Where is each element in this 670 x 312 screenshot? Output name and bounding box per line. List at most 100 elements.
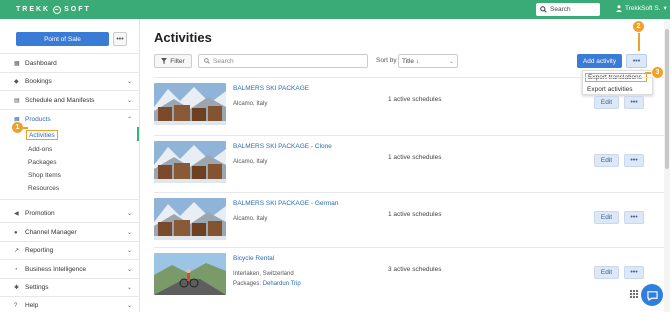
user-menu[interactable]: TrekkSoft S. ▾ <box>616 4 667 12</box>
sidebar-item-label: Business Intelligence <box>25 266 87 273</box>
add-activity-button[interactable]: Add activity <box>577 54 622 68</box>
sidebar-item-label: Products <box>25 116 51 123</box>
apps-grid-icon[interactable] <box>630 290 638 298</box>
row-more-button[interactable]: ••• <box>624 211 644 224</box>
table-row[interactable]: BALMERS SKI PACKAGE Alcamo, Italy 1 acti… <box>154 77 664 125</box>
sidebar-item-products[interactable]: ▦ Products ⌃ <box>14 114 134 125</box>
point-of-sale-button[interactable]: Point of Sale <box>16 32 109 46</box>
chevron-down-icon: ⌄ <box>126 98 132 104</box>
sidebar-item-label: Promotion <box>25 210 55 217</box>
chevron-down-icon: ⌄ <box>126 285 132 291</box>
logo-mark-icon <box>53 5 62 14</box>
sidebar-item-dashboard[interactable]: ▦ Dashboard <box>14 58 134 69</box>
dashboard-icon: ▦ <box>14 61 20 67</box>
chevron-down-icon: ⌄ <box>126 303 132 309</box>
chat-icon <box>646 290 658 301</box>
sidebar-item-help[interactable]: ? Help ⌄ <box>14 300 134 311</box>
sidebar-subitem-packages[interactable]: Packages <box>28 157 57 167</box>
search-placeholder: Search <box>213 57 234 65</box>
activity-schedules: 1 active schedules <box>388 154 442 161</box>
sort-by-label: Sort by <box>376 57 397 64</box>
user-name: TrekkSoft S. <box>625 4 661 12</box>
activity-title-link[interactable]: BALMERS SKI PACKAGE - Clone <box>233 143 332 150</box>
sidebar-divider <box>0 72 139 73</box>
more-actions-button[interactable]: ••• <box>626 54 647 68</box>
activity-thumbnail <box>154 141 226 183</box>
sidebar-item-business-intelligence[interactable]: ◔ Business Intelligence ⌄ <box>14 264 134 275</box>
table-row[interactable]: Bicycle Rental Interlaken, Switzerland P… <box>154 247 664 295</box>
sidebar-item-schedule[interactable]: ▤ Schedule and Manifests ⌄ <box>14 95 134 106</box>
sidebar-subitem-resources[interactable]: Resources <box>28 183 59 193</box>
activity-thumbnail <box>154 83 226 125</box>
help-icon: ? <box>14 302 18 309</box>
sidebar-subitem-addons[interactable]: Add-ons <box>28 144 52 154</box>
row-more-button[interactable]: ••• <box>624 96 644 109</box>
chevron-down-icon: ⌄ <box>126 211 132 217</box>
sidebar-item-channel-manager[interactable]: ● Channel Manager ⌄ <box>14 227 134 238</box>
page-title: Activities <box>154 30 212 45</box>
activity-location: Interlaken, Switzerland <box>233 271 294 277</box>
chevron-up-icon: ⌃ <box>126 117 132 123</box>
table-row[interactable]: BALMERS SKI PACKAGE - Clone Alcamo, Ital… <box>154 135 664 183</box>
edit-button[interactable]: Edit <box>594 266 619 279</box>
chat-button[interactable] <box>641 284 663 306</box>
sidebar-divider <box>0 199 139 200</box>
sidebar-subitem-shop-items[interactable]: Shop Items <box>28 170 61 180</box>
sidebar-item-label: Help <box>25 302 39 309</box>
table-row[interactable]: BALMERS SKI PACKAGE - German Alcamo, Ita… <box>154 192 664 240</box>
activity-location: Alcamo, Italy <box>233 159 268 165</box>
megaphone-icon: ◀ <box>14 211 19 217</box>
gear-icon: ✱ <box>14 285 20 291</box>
sidebar-item-reporting[interactable]: ↗ Reporting ⌄ <box>14 245 134 256</box>
chart-icon: ↗ <box>14 248 20 254</box>
callout-badge-2: 2 <box>632 20 645 33</box>
logo-part-1: TREKK <box>16 6 51 13</box>
activity-thumbnail <box>154 253 226 295</box>
main-content: Activities Filter Search Sort by Title ↓… <box>141 19 670 312</box>
pos-more-button[interactable]: ••• <box>113 32 127 46</box>
package-link[interactable]: Dehardun Trip <box>263 281 301 287</box>
filter-button[interactable]: Filter <box>154 54 192 68</box>
activity-location: Alcamo, Italy <box>233 216 268 222</box>
pie-icon: ◔ <box>14 266 18 273</box>
filter-label: Filter <box>170 57 185 65</box>
activity-search-input[interactable]: Search <box>198 54 368 68</box>
sidebar-item-settings[interactable]: ✱ Settings ⌄ <box>14 282 134 293</box>
sort-value: Title ↓ <box>402 57 420 65</box>
row-more-button[interactable]: ••• <box>624 266 644 279</box>
edit-button[interactable]: Edit <box>594 211 619 224</box>
sidebar-item-label: Settings <box>25 284 49 291</box>
chevron-down-icon: ⌄ <box>126 248 132 254</box>
sidebar-divider <box>0 296 139 297</box>
chevron-down-icon: ⌄ <box>448 58 454 65</box>
edit-button[interactable]: Edit <box>594 154 619 167</box>
global-search-input[interactable]: Search <box>536 3 600 16</box>
brand-logo[interactable]: TREKK SOFT <box>16 5 91 14</box>
sidebar-divider <box>0 241 139 242</box>
scrollbar[interactable] <box>664 19 670 312</box>
activity-schedules: 1 active schedules <box>388 96 442 103</box>
sidebar-item-label: Schedule and Manifests <box>25 97 95 104</box>
scroll-thumb[interactable] <box>665 29 669 169</box>
activity-title-link[interactable]: BALMERS SKI PACKAGE <box>233 85 309 92</box>
row-more-button[interactable]: ••• <box>624 154 644 167</box>
activity-packages: Packages: Dehardun Trip <box>233 281 301 287</box>
edit-button[interactable]: Edit <box>594 96 619 109</box>
user-icon <box>616 4 622 12</box>
sidebar-item-promotion[interactable]: ◀ Promotion ⌄ <box>14 208 134 219</box>
activity-location: Alcamo, Italy <box>233 101 268 107</box>
sidebar-divider <box>0 90 139 91</box>
tag-icon: ◆ <box>14 79 19 85</box>
activity-schedules: 3 active schedules <box>388 266 442 273</box>
sidebar-divider <box>0 259 139 260</box>
callout-badge-3: 3 <box>651 66 664 79</box>
activity-title-link[interactable]: BALMERS SKI PACKAGE - German <box>233 200 338 207</box>
calendar-icon: ▤ <box>14 98 20 104</box>
search-icon <box>540 6 547 13</box>
activity-title-link[interactable]: Bicycle Rental <box>233 255 274 262</box>
sidebar-item-label: Bookings <box>25 78 52 85</box>
logo-part-2: SOFT <box>64 6 91 13</box>
sort-select[interactable]: Title ↓ ⌄ <box>398 54 458 68</box>
sidebar-item-bookings[interactable]: ◆ Bookings ⌄ <box>14 76 134 87</box>
sidebar-subitem-activities[interactable]: Activities <box>26 130 58 140</box>
